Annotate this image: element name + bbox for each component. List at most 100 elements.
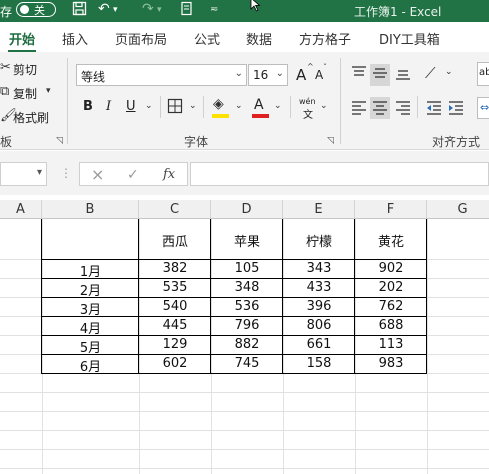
row-label-cell[interactable]: 4月 <box>42 318 139 337</box>
table-cell[interactable]: 796 <box>211 318 283 333</box>
table-cell[interactable]: 158 <box>283 356 355 371</box>
tab-fangfang[interactable]: 方方格子 <box>299 29 351 48</box>
phonetic-guide-button[interactable]: wén <box>299 97 316 106</box>
borders-icon[interactable] <box>167 98 183 118</box>
row-label-cell[interactable]: 5月 <box>42 337 139 356</box>
wrap-text-button[interactable]: ab <box>477 62 489 86</box>
font-size-select[interactable]: 16 ⌄ <box>248 64 288 86</box>
shrink-font-button[interactable]: A <box>315 68 323 82</box>
table-cell[interactable]: 113 <box>355 337 427 352</box>
table-cell[interactable]: 661 <box>283 337 355 352</box>
table-cell[interactable]: 348 <box>211 280 283 295</box>
copy-icon[interactable]: ⧉ <box>0 84 9 99</box>
align-right-icon[interactable] <box>395 99 411 119</box>
column-header-d[interactable]: D <box>211 200 283 219</box>
grow-font-button[interactable]: A <box>296 66 306 84</box>
autosave-toggle[interactable]: 关 <box>16 2 56 17</box>
font-color-dropdown-icon[interactable]: ⌄ <box>274 101 282 111</box>
borders-dropdown-icon[interactable]: ⌄ <box>189 101 197 111</box>
font-name-select[interactable]: 等线 ⌄ <box>76 64 247 86</box>
touch-mode-icon[interactable] <box>180 1 194 21</box>
undo-icon[interactable]: ↶ <box>98 1 110 17</box>
table-cell[interactable]: 762 <box>355 299 427 314</box>
formula-input[interactable] <box>190 162 489 186</box>
redo-icon[interactable]: ↷ <box>142 1 154 17</box>
tab-diy-toolbox[interactable]: DIY工具箱 <box>379 29 440 48</box>
table-cell[interactable]: 535 <box>139 280 211 295</box>
table-cell[interactable]: 343 <box>283 261 355 276</box>
copy-button[interactable]: 复制 <box>13 85 37 102</box>
font-color-icon[interactable]: A <box>254 97 264 113</box>
phonetic-dropdown-icon[interactable]: ⌄ <box>320 101 328 111</box>
table-cell[interactable]: 806 <box>283 318 355 333</box>
copy-dropdown-icon[interactable]: ▾ <box>46 86 51 96</box>
row-label-cell[interactable]: 6月 <box>42 356 139 375</box>
redo-dropdown-icon[interactable]: ▾ <box>157 5 162 15</box>
align-middle-icon[interactable] <box>372 65 388 85</box>
cut-icon[interactable]: ✂ <box>0 60 11 75</box>
table-cell[interactable]: 202 <box>355 280 427 295</box>
customize-toolbar-icon[interactable]: ≂ <box>210 4 218 15</box>
format-painter-button[interactable]: 格式刷 <box>13 109 49 126</box>
table-cell[interactable]: 745 <box>211 356 283 371</box>
table-header-cell[interactable]: 黄花 <box>355 231 427 250</box>
fill-color-dropdown-icon[interactable]: ⌄ <box>235 101 243 111</box>
column-header-c[interactable]: C <box>139 200 211 219</box>
save-icon[interactable] <box>72 1 87 20</box>
orientation-icon[interactable]: ⟋ <box>425 64 436 82</box>
column-header-f[interactable]: F <box>355 200 427 219</box>
clipboard-launcher-icon[interactable]: ◹ <box>56 136 63 146</box>
table-cell[interactable]: 382 <box>139 261 211 276</box>
underline-button[interactable]: U <box>126 99 136 114</box>
italic-button[interactable]: I <box>106 99 111 114</box>
table-cell[interactable]: 688 <box>355 318 427 333</box>
row-label-cell[interactable]: 2月 <box>42 280 139 299</box>
table-cell[interactable]: 129 <box>139 337 211 352</box>
align-bottom-icon[interactable] <box>395 65 411 85</box>
tab-insert[interactable]: 插入 <box>62 29 88 48</box>
tab-formulas[interactable]: 公式 <box>194 29 220 48</box>
cancel-icon[interactable]: × <box>91 165 104 184</box>
insert-function-button[interactable]: fx <box>163 167 175 182</box>
column-header-g[interactable]: G <box>427 200 489 219</box>
cut-button[interactable]: 剪切 <box>13 61 37 78</box>
table-header-cell[interactable]: 西瓜 <box>139 231 211 250</box>
align-center-icon[interactable] <box>372 99 388 119</box>
name-box[interactable]: ▾ <box>0 162 47 186</box>
table-cell[interactable]: 882 <box>211 337 283 352</box>
tab-data[interactable]: 数据 <box>246 29 272 48</box>
table-cell[interactable]: 902 <box>355 261 427 276</box>
decrease-indent-icon[interactable] <box>426 99 442 119</box>
table-cell[interactable]: 433 <box>283 280 355 295</box>
underline-dropdown-icon[interactable]: ⌄ <box>145 101 153 111</box>
increase-indent-icon[interactable] <box>448 99 464 119</box>
align-left-icon[interactable] <box>351 99 367 119</box>
table-cell[interactable]: 983 <box>355 356 427 371</box>
table-cell[interactable]: 445 <box>139 318 211 333</box>
enter-icon[interactable]: ✓ <box>127 167 139 183</box>
worksheet-grid[interactable]: A B C D E F G 西瓜 苹果 柠檬 黄花 1月 382 105 343… <box>0 200 489 474</box>
table-cell[interactable]: 536 <box>211 299 283 314</box>
fill-color-icon[interactable]: ◈ <box>213 96 224 112</box>
column-header-a[interactable]: A <box>0 200 42 219</box>
formula-bar: ▾ ⋮ × ✓ fx <box>0 151 489 195</box>
formula-bar-grip-icon[interactable]: ⋮ <box>60 166 72 180</box>
row-label-cell[interactable]: 1月 <box>42 261 139 280</box>
table-header-cell[interactable]: 柠檬 <box>283 231 355 250</box>
table-cell[interactable]: 396 <box>283 299 355 314</box>
merge-center-button[interactable]: ⇔ <box>477 97 489 119</box>
table-cell[interactable]: 540 <box>139 299 211 314</box>
orientation-dropdown-icon[interactable]: ⌄ <box>445 67 453 77</box>
tab-page-layout[interactable]: 页面布局 <box>115 29 167 48</box>
column-header-e[interactable]: E <box>283 200 355 219</box>
font-launcher-icon[interactable]: ◹ <box>327 136 334 146</box>
table-cell[interactable]: 105 <box>211 261 283 276</box>
table-header-cell[interactable]: 苹果 <box>211 231 283 250</box>
column-header-b[interactable]: B <box>42 200 139 219</box>
tab-home[interactable]: 开始 <box>9 29 35 48</box>
align-top-icon[interactable] <box>351 65 367 85</box>
undo-dropdown-icon[interactable]: ▾ <box>113 5 118 15</box>
table-cell[interactable]: 602 <box>139 356 211 371</box>
bold-button[interactable]: B <box>83 99 93 114</box>
row-label-cell[interactable]: 3月 <box>42 299 139 318</box>
